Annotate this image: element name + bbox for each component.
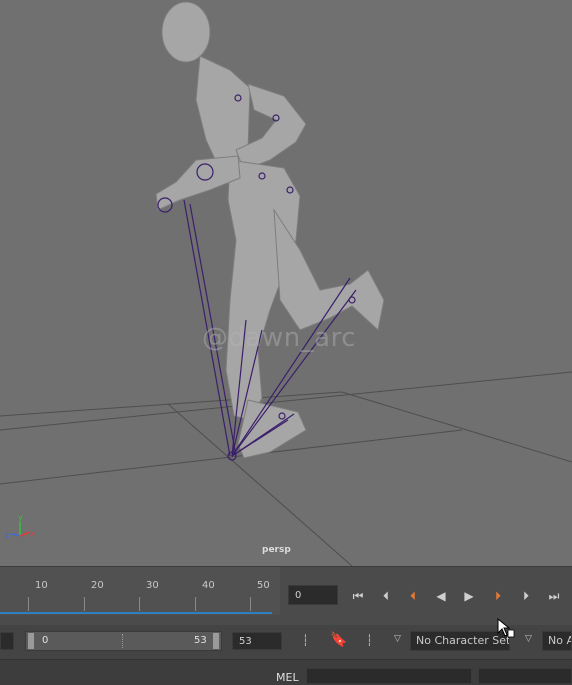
time-range-indicator xyxy=(0,612,272,614)
range-slider[interactable]: 0 53 xyxy=(25,631,222,651)
play-backwards-button[interactable]: ◀ xyxy=(431,587,451,605)
ground-grid xyxy=(0,371,572,566)
character-mesh[interactable] xyxy=(155,1,385,459)
anim-layer-dropdown[interactable]: No A xyxy=(542,631,572,651)
chevron-down-icon[interactable]: ▽ xyxy=(394,634,401,644)
go-to-end-button[interactable]: ⏭ xyxy=(544,587,564,605)
step-forward-frame-button[interactable]: ⏵ xyxy=(516,587,536,605)
play-forwards-button[interactable]: ▶ xyxy=(459,587,479,605)
command-output xyxy=(478,668,572,684)
step-back-frame-button[interactable]: ⏴ xyxy=(376,587,396,605)
key-tick-icon[interactable]: ┆ xyxy=(366,634,373,647)
tick-label: 30 xyxy=(146,580,159,591)
tick xyxy=(250,597,251,611)
range-slider-grip xyxy=(122,634,125,648)
key-tick-icon[interactable]: ┆ xyxy=(302,634,309,647)
range-end-field[interactable]: 53 xyxy=(232,632,282,650)
time-slider[interactable]: 10 20 30 40 50 xyxy=(0,566,572,625)
tick-label: 10 xyxy=(35,580,48,591)
range-slider-end-handle[interactable] xyxy=(213,633,219,649)
camera-label: persp xyxy=(262,545,291,555)
mouse-cursor-icon xyxy=(497,618,515,638)
tick xyxy=(195,597,196,611)
go-to-start-button[interactable]: ⏮ xyxy=(348,587,368,605)
range-start-field[interactable] xyxy=(0,632,14,650)
viewport-persp[interactable]: y x z @dawn_arc persp xyxy=(0,0,572,566)
tick-label: 40 xyxy=(202,580,215,591)
axis-z-label: z xyxy=(5,531,9,540)
axis-gizmo: y x z xyxy=(5,513,35,540)
character-set-dropdown[interactable]: No Character Set xyxy=(410,631,510,651)
range-slider-start-handle[interactable] xyxy=(28,633,34,649)
range-slider-end-label: 53 xyxy=(194,635,207,646)
command-input[interactable] xyxy=(306,668,472,684)
scene: y x z xyxy=(0,1,572,566)
step-forward-key-button[interactable]: ⏵ xyxy=(488,587,508,605)
tick xyxy=(139,597,140,611)
command-language-label[interactable]: MEL xyxy=(276,671,299,684)
axis-y-label: y xyxy=(18,513,23,522)
watermark: @dawn_arc xyxy=(202,323,357,353)
chevron-down-icon[interactable]: ▽ xyxy=(525,634,532,644)
time-ruler[interactable]: 10 20 30 40 50 xyxy=(0,567,280,615)
auto-key-icon[interactable]: 🔖 xyxy=(330,632,347,648)
current-frame-field[interactable]: 0 xyxy=(288,585,338,605)
range-slider-start-label: 0 xyxy=(42,635,49,646)
tick-label: 20 xyxy=(91,580,104,591)
tick-label: 50 xyxy=(257,580,270,591)
tick xyxy=(28,597,29,611)
tick xyxy=(84,597,85,611)
axis-x-label: x xyxy=(30,529,35,538)
step-back-key-button[interactable]: ⏴ xyxy=(403,587,423,605)
